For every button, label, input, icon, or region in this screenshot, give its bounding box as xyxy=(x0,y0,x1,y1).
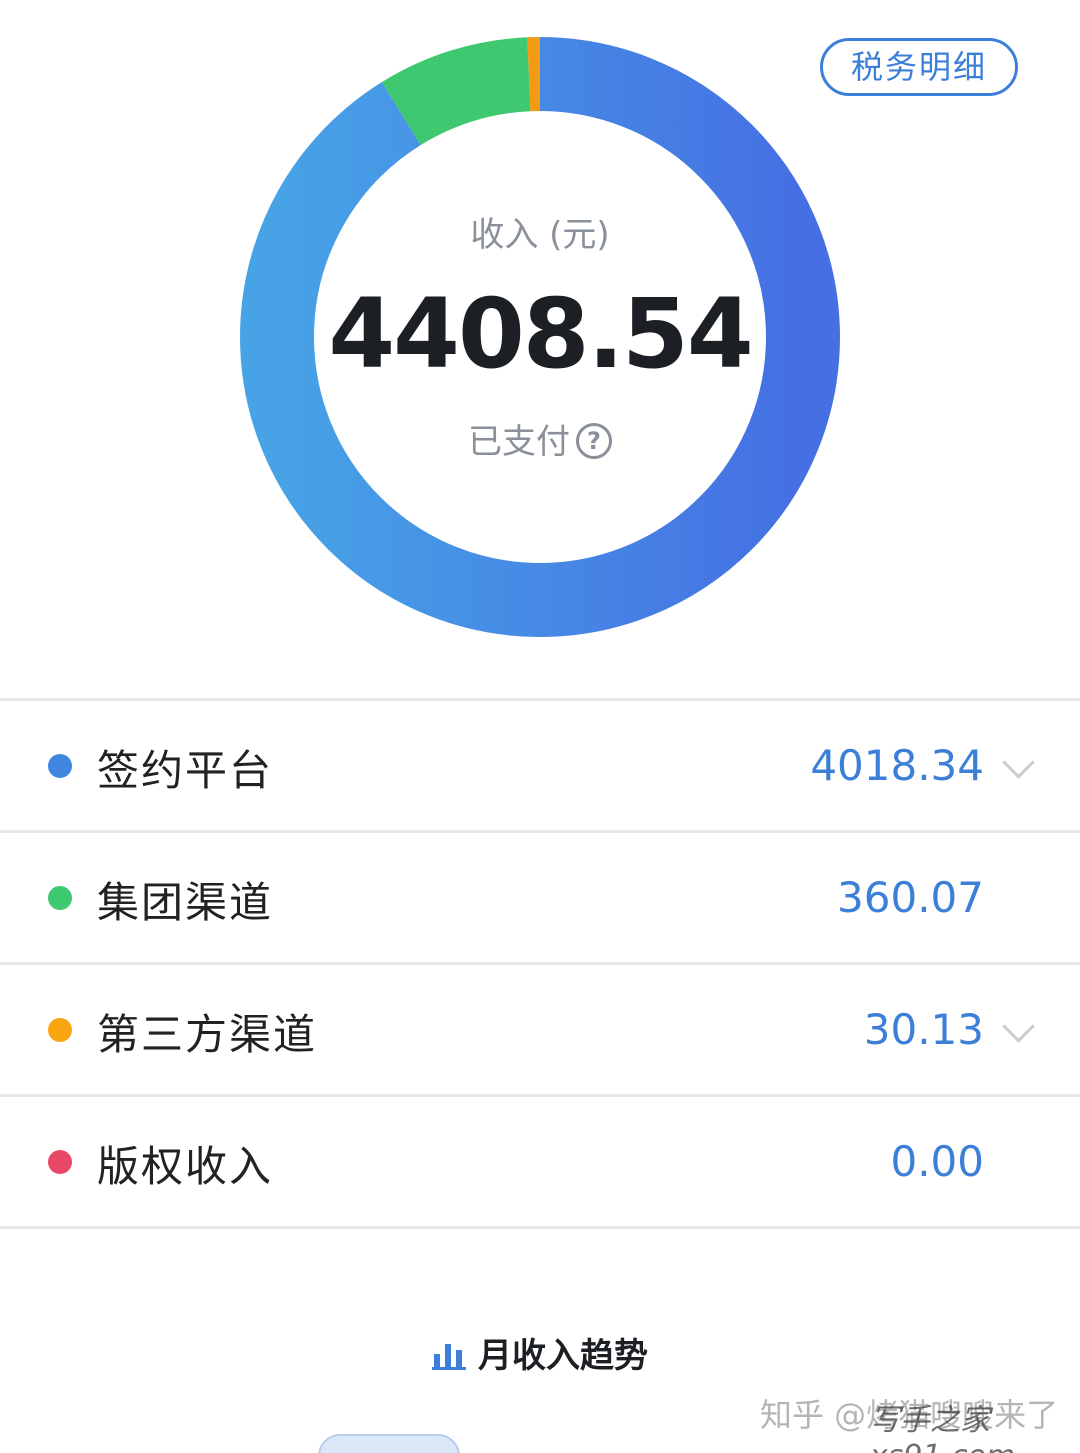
row-label: 集团渠道 xyxy=(97,878,274,927)
series-dot xyxy=(48,1018,72,1042)
series-dot xyxy=(48,886,72,910)
monthly-trend-header[interactable]: 月收入趋势 xyxy=(0,1328,1080,1377)
month-tab-pill[interactable] xyxy=(318,1434,460,1453)
payment-status[interactable]: 已支付? xyxy=(0,414,1080,463)
income-row-signed-platform[interactable]: 签约平台 4018.34 xyxy=(0,701,1080,830)
chevron-down-icon[interactable] xyxy=(1002,1010,1035,1043)
payment-status-text: 已支付 xyxy=(468,422,570,462)
income-total: 4408.54 xyxy=(328,278,753,390)
watermark-overlay: 写手之家 xs91.com xyxy=(870,1403,1015,1453)
income-label: 收入 (元) xyxy=(470,215,610,255)
chevron-down-icon[interactable] xyxy=(1002,746,1035,779)
income-row-group-channel: 集团渠道 360.07 xyxy=(0,833,1080,962)
bar-chart-icon xyxy=(432,1340,466,1370)
income-page: 税务明细 收入 (元) 4408.54 已支付? 签约平台 4018.34 集团… xyxy=(0,0,1080,1453)
income-breakdown-list: 签约平台 4018.34 集团渠道 360.07 第三方渠道 30.13 版权收… xyxy=(0,698,1080,1229)
row-value: 360.07 xyxy=(837,873,984,922)
divider xyxy=(0,1226,1080,1229)
series-dot xyxy=(48,1150,72,1174)
row-label: 第三方渠道 xyxy=(97,1010,318,1059)
income-row-third-party[interactable]: 第三方渠道 30.13 xyxy=(0,965,1080,1094)
row-value: 30.13 xyxy=(863,1005,984,1054)
income-row-copyright: 版权收入 0.00 xyxy=(0,1097,1080,1226)
tax-detail-button[interactable]: 税务明细 xyxy=(820,38,1018,96)
row-value: 0.00 xyxy=(890,1137,984,1186)
row-value: 4018.34 xyxy=(810,741,984,790)
row-label: 版权收入 xyxy=(97,1142,274,1191)
series-dot xyxy=(48,754,72,778)
question-circle-icon[interactable]: ? xyxy=(576,422,612,459)
row-label: 签约平台 xyxy=(97,746,274,795)
trend-title: 月收入趋势 xyxy=(478,1336,648,1376)
